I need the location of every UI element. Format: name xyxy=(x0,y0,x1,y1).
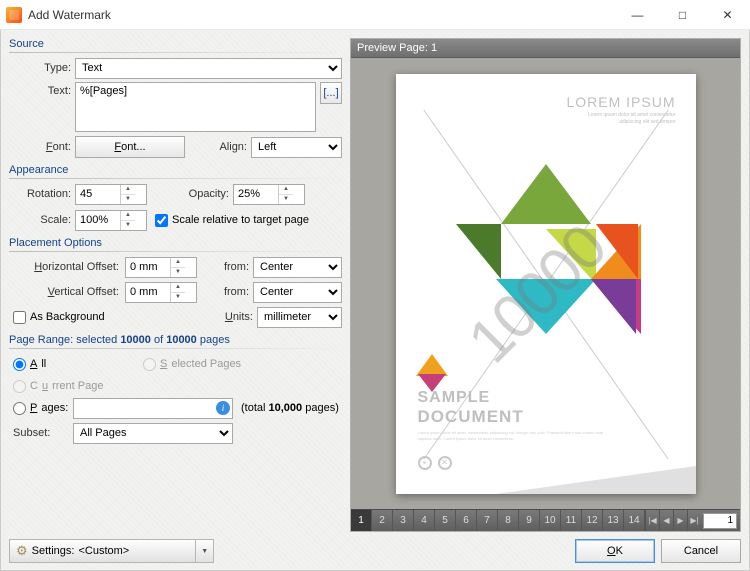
scale-spinner[interactable]: ▲▼ xyxy=(75,210,147,231)
type-select[interactable]: Text xyxy=(75,58,342,79)
cancel-button[interactable]: Cancel xyxy=(661,539,741,563)
pager-page-8[interactable]: 8 xyxy=(498,510,519,531)
pager-first[interactable]: |◀ xyxy=(645,510,659,531)
pager-page-13[interactable]: 13 xyxy=(603,510,624,531)
font-label: ont: xyxy=(53,141,71,153)
rotation-label: Rotation: xyxy=(9,188,71,200)
text-input[interactable] xyxy=(75,82,316,132)
pager-page-11[interactable]: 11 xyxy=(561,510,582,531)
info-icon[interactable]: i xyxy=(216,401,230,415)
total-pages-label: (total 10,000 pages) xyxy=(241,402,339,414)
preview-panel: Preview Page: 1 LOREM IPSUM Lorem ipsum … xyxy=(350,38,741,532)
pager-page-1[interactable]: 1 xyxy=(351,510,372,531)
pager-page-9[interactable]: 9 xyxy=(519,510,540,531)
hfrom-select[interactable]: Center xyxy=(253,257,342,278)
range-pages-radio[interactable]: Pages: xyxy=(9,402,69,415)
vfrom-select[interactable]: Center xyxy=(253,282,342,303)
close-button[interactable]: ✕ xyxy=(705,0,750,29)
app-icon xyxy=(6,7,22,23)
preview-heading: Preview Page: 1 xyxy=(351,39,740,58)
settings-value: <Custom> xyxy=(78,545,189,557)
pager-page-4[interactable]: 4 xyxy=(414,510,435,531)
macro-button[interactable]: [...] xyxy=(320,82,342,104)
pager-page-3[interactable]: 3 xyxy=(393,510,414,531)
units-select[interactable]: millimeter xyxy=(257,307,342,328)
settings-chevron-icon[interactable]: ▼ xyxy=(196,539,214,563)
pager-page-6[interactable]: 6 xyxy=(456,510,477,531)
sample-text: SAMPLE DOCUMENT Lorem ipsum dolor sit am… xyxy=(418,389,618,441)
window-title: Add Watermark xyxy=(28,8,111,22)
ok-button[interactable]: OK xyxy=(575,539,655,563)
range-all-radio[interactable]: All xyxy=(9,358,139,371)
lorem-block: LOREM IPSUM Lorem ipsum dolor sit amet c… xyxy=(566,94,675,126)
hfrom-label: from: xyxy=(201,261,249,273)
pager: 1234567891011121314 |◀ ◀ ▶ ▶| xyxy=(351,509,740,531)
minimize-button[interactable]: — xyxy=(615,0,660,29)
range-heading: Page Range: selected 10000 of 10000 page… xyxy=(9,334,342,348)
pager-input[interactable] xyxy=(703,513,737,529)
pager-page-7[interactable]: 7 xyxy=(477,510,498,531)
preview-page: LOREM IPSUM Lorem ipsum dolor sit amet c… xyxy=(396,74,696,494)
align-label: Align: xyxy=(189,141,247,153)
pager-next[interactable]: ▶ xyxy=(673,510,687,531)
pin-icon: ⌖ xyxy=(418,456,432,470)
settings-label: Settings: xyxy=(32,545,75,557)
align-select[interactable]: Left xyxy=(251,137,342,158)
hoffset-spinner[interactable]: ▲▼ xyxy=(125,257,197,278)
text-label: Text: xyxy=(9,82,71,97)
appearance-heading: Appearance xyxy=(9,164,342,178)
titlebar: Add Watermark — □ ✕ xyxy=(0,0,750,30)
vfrom-label: from: xyxy=(201,286,249,298)
range-selected-radio[interactable]: Selected Pages xyxy=(143,358,241,371)
pager-page-14[interactable]: 14 xyxy=(624,510,645,531)
type-label: Type: xyxy=(9,62,71,74)
pager-prev[interactable]: ◀ xyxy=(659,510,673,531)
source-heading: Source xyxy=(9,38,342,52)
opacity-spinner[interactable]: ▲▼ xyxy=(233,184,305,205)
voffset-spinner[interactable]: ▲▼ xyxy=(125,282,197,303)
subset-select[interactable]: All Pages xyxy=(73,423,233,444)
subset-label: Subset: xyxy=(9,427,69,439)
gear-icon: ⚙ xyxy=(16,543,28,559)
rotation-spinner[interactable]: ▲▼ xyxy=(75,184,147,205)
font-button[interactable]: Font... xyxy=(75,136,185,158)
scale-label: Scale: xyxy=(9,214,71,226)
pager-last[interactable]: ▶| xyxy=(687,510,701,531)
pager-page-5[interactable]: 5 xyxy=(435,510,456,531)
preview-body: LOREM IPSUM Lorem ipsum dolor sit amet c… xyxy=(351,58,740,509)
scale-relative-checkbox[interactable]: Scale relative to target page xyxy=(155,214,309,227)
placement-heading: Placement Options xyxy=(9,237,342,251)
range-current-radio[interactable]: Current Page xyxy=(9,380,139,393)
asbg-checkbox[interactable]: As Background xyxy=(9,311,125,324)
settings-dropdown[interactable]: ⚙ Settings: <Custom> ▼ xyxy=(9,539,214,563)
pages-input[interactable] xyxy=(73,398,233,419)
pager-page-10[interactable]: 10 xyxy=(540,510,561,531)
tools-icon: ✕ xyxy=(438,456,452,470)
settings-panel: Source Type: Text Text: [...] Font: Font… xyxy=(9,38,342,532)
pager-page-2[interactable]: 2 xyxy=(372,510,393,531)
maximize-button[interactable]: □ xyxy=(660,0,705,29)
pager-page-12[interactable]: 12 xyxy=(582,510,603,531)
opacity-label: Opacity: xyxy=(151,188,229,200)
